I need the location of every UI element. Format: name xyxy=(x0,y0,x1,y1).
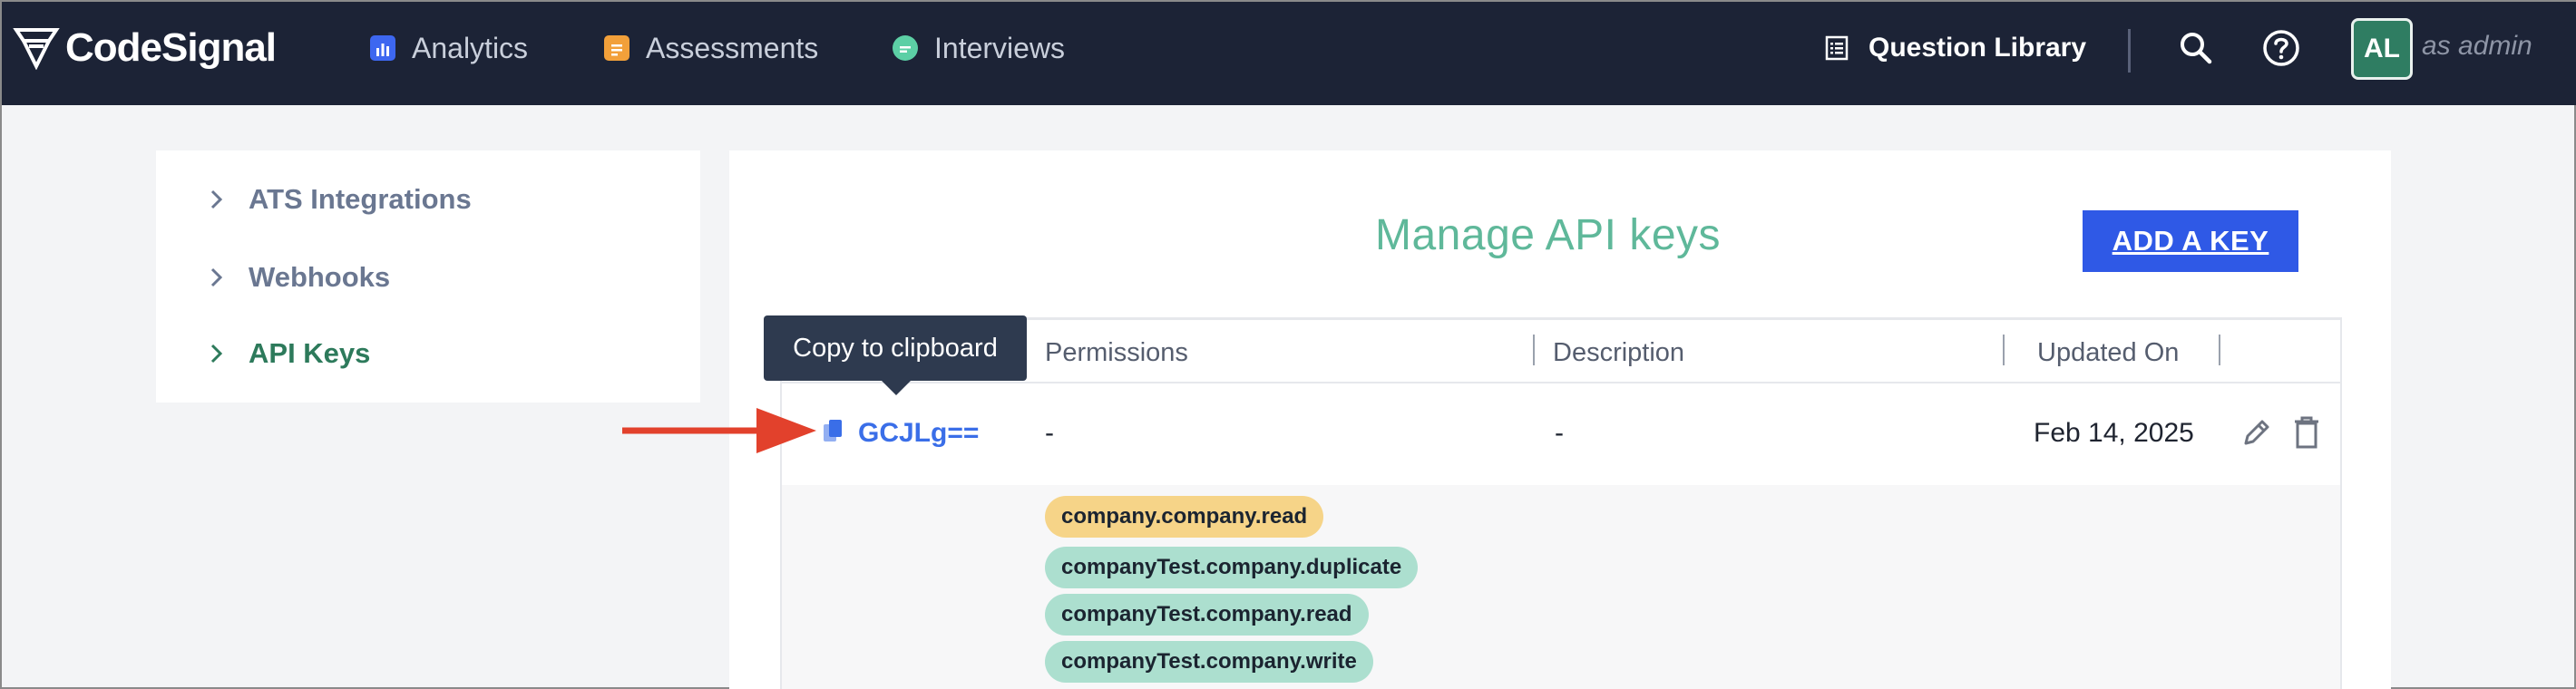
help-button[interactable] xyxy=(2260,27,2302,69)
permission-chip: companyTest.company.duplicate xyxy=(1045,547,1419,588)
chevron-right-icon xyxy=(210,267,223,287)
column-divider[interactable] xyxy=(1533,335,1535,365)
nav-assessments-label: Assessments xyxy=(646,31,819,64)
api-key-value[interactable]: GCJLg== xyxy=(858,418,979,449)
permission-chip: company.company.read xyxy=(1045,496,1324,538)
nav-interviews-label: Interviews xyxy=(934,31,1066,64)
user-avatar[interactable]: AL xyxy=(2351,18,2413,80)
assessment-icon xyxy=(604,35,629,61)
permission-chip: companyTest.company.write xyxy=(1045,641,1373,683)
nav-interviews[interactable]: Interviews xyxy=(893,29,1065,67)
codesignal-logo-icon xyxy=(13,28,60,70)
row-updated-on: Feb 14, 2025 xyxy=(2034,418,2194,448)
nav-divider xyxy=(2128,29,2131,73)
bar-chart-icon xyxy=(370,35,395,61)
column-divider[interactable] xyxy=(2003,335,2005,365)
delete-button[interactable] xyxy=(2291,414,2322,451)
chevron-right-icon xyxy=(210,189,223,209)
sidebar-item-label: Webhooks xyxy=(249,261,391,293)
page-title: Manage API keys xyxy=(1375,211,1722,259)
column-divider[interactable] xyxy=(2219,335,2220,365)
sidebar-item-label: API Keys xyxy=(249,337,371,369)
sidebar-item-ats-integrations[interactable]: ATS Integrations xyxy=(200,181,472,218)
copy-tooltip: Copy to clipboard xyxy=(764,315,1027,381)
brand-name: CodeSignal xyxy=(65,25,277,70)
column-header-description[interactable]: Description xyxy=(1553,338,1684,368)
pencil-icon xyxy=(2244,420,2269,445)
copy-key-button[interactable] xyxy=(822,418,845,445)
api-keys-panel: Manage API keys ADD A KEY Permissions De… xyxy=(729,150,2391,689)
row-permissions: - xyxy=(1045,418,1054,448)
sidebar-item-api-keys[interactable]: API Keys xyxy=(200,335,370,372)
edit-button[interactable] xyxy=(2239,414,2275,451)
nav-analytics[interactable]: Analytics xyxy=(370,29,528,67)
help-icon xyxy=(2263,30,2299,66)
codesignal-logo[interactable]: CodeSignal xyxy=(13,25,277,71)
column-header-permissions[interactable]: Permissions xyxy=(1045,338,1188,368)
table-row[interactable]: GCJLg== - - Feb 14, 2025 xyxy=(782,383,2340,485)
search-button[interactable] xyxy=(2175,27,2217,69)
permission-chip: companyTest.company.read xyxy=(1045,594,1369,636)
permissions-detail: company.company.read companyTest.company… xyxy=(782,485,2340,689)
question-library-label: Question Library xyxy=(1869,33,2087,63)
column-header-updated-on[interactable]: Updated On xyxy=(2037,338,2179,368)
chevron-right-icon xyxy=(210,344,223,364)
list-icon xyxy=(1825,35,1849,61)
trash-icon xyxy=(2295,416,2318,449)
nav-analytics-label: Analytics xyxy=(412,31,529,64)
red-arrow-annotation xyxy=(622,408,816,453)
copy-icon xyxy=(824,420,842,442)
top-navigation-bar: CodeSignal Analytics Assessments Intervi… xyxy=(2,2,2576,105)
chat-bubble-icon xyxy=(893,35,918,61)
nav-assessments[interactable]: Assessments xyxy=(604,29,818,67)
sidebar-item-label: ATS Integrations xyxy=(249,183,472,215)
search-icon xyxy=(2181,33,2212,64)
tooltip-pointer xyxy=(882,381,911,395)
question-library-link[interactable]: Question Library xyxy=(1825,29,2086,67)
as-admin-label: as admin xyxy=(2422,31,2532,61)
sidebar-item-webhooks[interactable]: Webhooks xyxy=(200,259,390,296)
row-description: - xyxy=(1555,418,1564,448)
add-key-button[interactable]: ADD A KEY xyxy=(2083,210,2298,272)
settings-sidebar: ATS Integrations Webhooks API Keys xyxy=(156,150,700,403)
